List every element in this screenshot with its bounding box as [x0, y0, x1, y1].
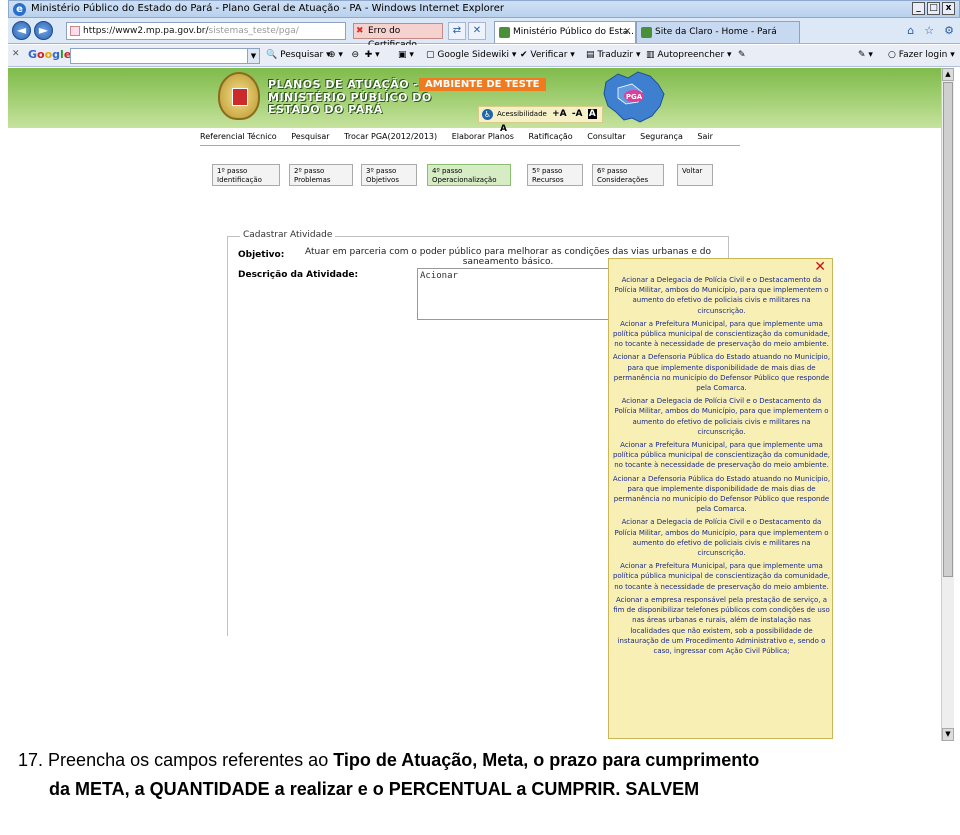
window-title: Ministério Público do Estado do Pará - P…	[31, 3, 504, 14]
login-button[interactable]: ○ Fazer login ▾	[888, 50, 955, 60]
instruction-caption: 17. Preencha os campos referentes ao Tip…	[18, 746, 953, 804]
header-line3: ESTADO DO PARÁ	[268, 103, 383, 116]
tab-label: Ministério Público do Esta...	[513, 27, 636, 37]
stop-icon[interactable]: ✕	[468, 22, 486, 40]
pencil-icon[interactable]: ✎	[738, 50, 746, 60]
menu-divider	[200, 145, 740, 146]
menu-item-seguranca[interactable]: Segurança	[640, 132, 683, 141]
descricao-label: Descrição da Atividade:	[238, 270, 359, 280]
menu-item-trocar-pga[interactable]: Trocar PGA(2012/2013)	[344, 132, 437, 141]
suggestion-item[interactable]: Acionar a Prefeitura Municipal, para que…	[612, 319, 831, 350]
home-icon[interactable]: ⌂	[907, 24, 914, 37]
menu-item-sair[interactable]: Sair	[697, 132, 713, 141]
google-search-input[interactable]: ▼	[70, 48, 260, 64]
url-prefix: https://www2.mp.pa.gov.br/	[83, 26, 209, 36]
address-row: ◄ ► https://www2.mp.pa.gov.br/sistemas_t…	[8, 18, 960, 50]
window-title-bar: e Ministério Público do Estado do Pará -…	[8, 0, 960, 18]
caption-bold-text: Tipo de Atuação, Meta, o prazo para cump…	[333, 750, 760, 770]
page-viewport: PLANOS DE ATUAÇÃO - PAs MINISTÉRIO PÚBLI…	[8, 68, 941, 741]
menu-item-elaborar[interactable]: Elaborar Planos	[452, 132, 514, 141]
back-button[interactable]: ◄	[12, 21, 31, 40]
forward-button[interactable]: ►	[34, 21, 53, 40]
suggestion-item[interactable]: Acionar a Prefeitura Municipal, para que…	[612, 440, 831, 471]
environment-badge: AMBIENTE DE TESTE	[419, 78, 546, 91]
autocomplete-suggestions: ✕ Acionar a Delegacia de Polícia Civil e…	[608, 258, 833, 739]
site-header: PLANOS DE ATUAÇÃO - PAs MINISTÉRIO PÚBLI…	[8, 68, 941, 134]
suggestion-item[interactable]: Acionar a Defensoria Pública do Estado a…	[612, 474, 831, 515]
main-menu: Referencial Técnico Pesquisar Trocar PGA…	[200, 132, 725, 141]
minimize-button[interactable]: _	[912, 2, 925, 15]
toolbar-icons[interactable]: ⊕ ▾ ⊖ ✚ ▾	[328, 50, 380, 60]
map-label: PGA	[626, 93, 643, 101]
step-2-button[interactable]: 2º passo Problemas	[289, 164, 353, 186]
scroll-down-icon[interactable]: ▼	[942, 728, 954, 741]
step-6-button[interactable]: 6º passo Considerações	[592, 164, 664, 186]
scroll-thumb[interactable]	[943, 82, 953, 577]
caption-line2: da META, a QUANTIDADE a realizar e o PER…	[49, 779, 700, 799]
menu-item-ratificacao[interactable]: Ratificação	[529, 132, 573, 141]
google-search-button[interactable]: 🔍 Pesquisar ▾	[266, 50, 331, 60]
step-4-button[interactable]: 4º passo Operacionalização	[427, 164, 511, 186]
step-1-button[interactable]: 1º passo Identificação	[212, 164, 280, 186]
menu-item-pesquisar[interactable]: Pesquisar	[291, 132, 329, 141]
caption-text: Preencha os campos referentes ao	[48, 750, 334, 770]
suggestion-item[interactable]: Acionar a Delegacia de Polícia Civil e o…	[612, 396, 831, 437]
pagerank-icon[interactable]: ▣ ▾	[398, 50, 414, 60]
back-step-button[interactable]: Voltar	[677, 164, 713, 186]
accessibility-bar: ♿ Acessibilidade +A -A A A	[478, 106, 603, 134]
tab-label: Site da Claro - Home - Pará	[655, 27, 777, 37]
scroll-up-icon[interactable]: ▲	[942, 68, 954, 81]
suggestion-item[interactable]: Acionar a Delegacia de Polícia Civil e o…	[612, 275, 831, 316]
sidewiki-button[interactable]: ▢ Google Sidewiki ▾	[426, 50, 516, 60]
address-bar[interactable]: https://www2.mp.pa.gov.br/sistemas_teste…	[66, 22, 346, 40]
para-map-icon: PGA	[603, 71, 665, 123]
suggestion-item[interactable]: Acionar a Delegacia de Polícia Civil e o…	[612, 517, 831, 558]
autopreencher-button[interactable]: ▥ Autopreencher ▾	[646, 50, 732, 60]
close-toolbar-icon[interactable]: ✕	[12, 49, 20, 59]
suggestion-item[interactable]: Acionar a Defensoria Pública do Estado a…	[612, 352, 831, 393]
menu-item-consultar[interactable]: Consultar	[587, 132, 625, 141]
verificar-button[interactable]: ✔ Verificar ▾	[520, 50, 575, 60]
coat-of-arms-logo	[218, 72, 260, 120]
suggestion-item[interactable]: Acionar a Prefeitura Municipal, para que…	[612, 561, 831, 592]
page-icon	[70, 26, 80, 36]
tools-icon[interactable]: ⚙	[944, 24, 954, 37]
maximize-button[interactable]: □	[927, 2, 940, 15]
font-increase-button[interactable]: +A	[552, 109, 567, 119]
objetivo-label: Objetivo:	[238, 250, 285, 260]
refresh-icon[interactable]: ⇄	[448, 22, 466, 40]
site-favicon-icon	[641, 27, 652, 38]
favorites-icon[interactable]: ☆	[924, 24, 934, 37]
certificate-error-button[interactable]: Erro do Certificado	[353, 23, 443, 50]
close-tab-icon[interactable]: ✕	[623, 22, 631, 42]
chevron-down-icon[interactable]: ▼	[247, 49, 259, 63]
vertical-scrollbar[interactable]: ▲ ▼	[941, 68, 954, 741]
close-window-button[interactable]: x	[942, 2, 955, 15]
internet-explorer-icon: e	[13, 3, 26, 16]
font-decrease-button[interactable]: -A	[572, 109, 583, 119]
descricao-input[interactable]: Acionar	[417, 268, 617, 320]
google-toolbar: ✕ Google ▼ 🔍 Pesquisar ▾ ⊕ ▾ ⊖ ✚ ▾ ▣ ▾ ▢…	[8, 45, 960, 67]
tab-claro[interactable]: Site da Claro - Home - Pará	[636, 21, 800, 43]
caption-number: 17.	[18, 750, 44, 770]
google-logo: Google	[28, 48, 72, 61]
traduzir-button[interactable]: ▤ Traduzir ▾	[586, 50, 641, 60]
tab-ministerio[interactable]: Ministério Público do Esta... ✕	[494, 21, 636, 43]
menu-item-referencial[interactable]: Referencial Técnico	[200, 132, 277, 141]
step-3-button[interactable]: 3º passo Objetivos	[361, 164, 417, 186]
step-5-button[interactable]: 5º passo Recursos	[527, 164, 583, 186]
wrench-icon[interactable]: ✎ ▾	[858, 50, 873, 60]
close-suggestions-icon[interactable]: ✕	[814, 259, 826, 275]
accessibility-label: Acessibilidade	[497, 110, 547, 118]
fieldset-legend: Cadastrar Atividade	[240, 230, 336, 240]
url-path: sistemas_teste/pga/	[208, 26, 299, 36]
high-contrast-button[interactable]: A	[587, 109, 597, 119]
wheelchair-icon: ♿	[482, 109, 493, 120]
suggestion-item[interactable]: Acionar a empresa responsável pela prest…	[612, 595, 831, 656]
site-favicon-icon	[499, 27, 510, 38]
search-icon: 🔍	[266, 50, 278, 60]
